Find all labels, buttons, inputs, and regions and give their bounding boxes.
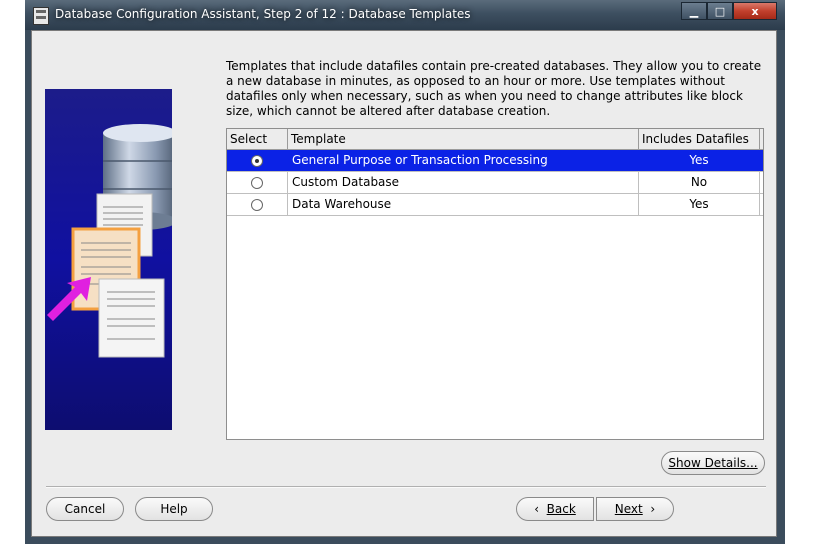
header-select[interactable]: Select — [227, 129, 288, 149]
client-area: Templates that include datafiles contain… — [31, 30, 777, 537]
show-details-label: Show Details... — [668, 456, 758, 470]
cancel-label: Cancel — [64, 502, 106, 516]
help-label: Help — [160, 502, 188, 516]
chevron-left-icon: ‹ — [534, 502, 540, 516]
includes-datafiles-value: Yes — [639, 194, 760, 215]
template-radio[interactable] — [251, 198, 263, 211]
close-button[interactable]: x — [733, 2, 777, 20]
title-bar[interactable]: Database Configuration Assistant, Step 2… — [25, 0, 785, 30]
select-cell — [227, 194, 288, 215]
header-template[interactable]: Template — [288, 129, 639, 149]
template-radio[interactable] — [251, 176, 263, 189]
dca-window: Database Configuration Assistant, Step 2… — [25, 0, 785, 544]
select-cell — [227, 172, 288, 193]
window-title: Database Configuration Assistant, Step 2… — [55, 7, 471, 21]
back-button[interactable]: ‹ Back — [516, 497, 594, 521]
separator — [46, 486, 766, 488]
next-label: Next — [614, 502, 643, 516]
table-row[interactable]: General Purpose or Transaction Processin… — [227, 150, 763, 172]
template-name: Custom Database — [288, 172, 639, 193]
app-icon — [33, 7, 49, 25]
show-details-button[interactable]: Show Details... — [661, 451, 765, 475]
minimize-button[interactable]: ▁ — [681, 2, 707, 20]
table-row[interactable]: Data Warehouse Yes — [227, 194, 763, 216]
window-controls: ▁ □ x — [681, 2, 777, 20]
templates-description: Templates that include datafiles contain… — [226, 59, 762, 118]
templates-table: Select Template Includes Datafiles Gener… — [226, 128, 764, 440]
maximize-button[interactable]: □ — [707, 2, 733, 20]
table-header: Select Template Includes Datafiles — [227, 129, 763, 150]
help-button[interactable]: Help — [135, 497, 213, 521]
template-name: General Purpose or Transaction Processin… — [288, 150, 639, 171]
database-illustration — [45, 89, 172, 430]
chevron-right-icon: › — [650, 502, 656, 516]
header-includes-datafiles[interactable]: Includes Datafiles — [639, 129, 760, 149]
includes-datafiles-value: No — [639, 172, 760, 193]
back-label: Back — [546, 502, 576, 516]
table-row[interactable]: Custom Database No — [227, 172, 763, 194]
next-button[interactable]: Next › — [596, 497, 674, 521]
includes-datafiles-value: Yes — [639, 150, 760, 171]
template-radio[interactable] — [251, 154, 263, 167]
cancel-button[interactable]: Cancel — [46, 497, 124, 521]
database-template-graphic — [47, 124, 172, 358]
select-cell — [227, 150, 288, 171]
template-name: Data Warehouse — [288, 194, 639, 215]
